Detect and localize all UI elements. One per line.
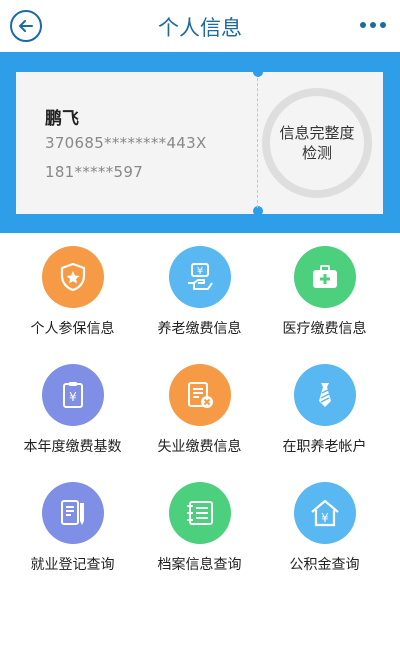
archive-list-icon xyxy=(187,501,213,525)
svg-text:¥: ¥ xyxy=(69,390,77,404)
back-button[interactable] xyxy=(10,10,42,42)
user-id-number: 370685********443X xyxy=(45,134,207,152)
grid-item-housing-fund-query[interactable]: ¥ 公积金查询 xyxy=(258,472,391,590)
page-title: 个人信息 xyxy=(158,16,242,40)
grid-item-insurance-info[interactable]: 个人参保信息 xyxy=(6,236,139,354)
grid-item-medical-payment[interactable]: 医疗缴费信息 xyxy=(258,236,391,354)
info-completeness-check-label: 信息完整度检测 xyxy=(279,124,355,162)
document-cancel-icon xyxy=(188,382,213,408)
card-notch-bottom xyxy=(253,206,263,216)
grid-item-annual-base[interactable]: ¥ 本年度缴费基数 xyxy=(6,354,139,472)
grid-item-pension-account[interactable]: 在职养老帐户 xyxy=(258,354,391,472)
tie-icon xyxy=(319,383,331,407)
shield-star-icon xyxy=(60,262,86,292)
back-arrow-icon xyxy=(19,20,33,32)
grid-item-label: 就业登记查询 xyxy=(30,557,115,573)
svg-text:¥: ¥ xyxy=(197,266,203,277)
app-header: 个人信息 xyxy=(0,0,400,52)
info-completeness-check-button[interactable]: 信息完整度检测 xyxy=(262,88,372,198)
grid-item-label: 个人参保信息 xyxy=(30,321,115,337)
grid-item-archive-query[interactable]: 档案信息查询 xyxy=(133,472,266,590)
grid-item-label: 养老缴费信息 xyxy=(157,321,242,337)
user-phone: 181*****597 xyxy=(45,163,144,181)
more-button[interactable] xyxy=(360,22,386,30)
grid-item-label: 在职养老帐户 xyxy=(282,439,367,455)
grid-item-pension-payment[interactable]: ¥ 养老缴费信息 xyxy=(133,236,266,354)
grid-item-label: 失业缴费信息 xyxy=(157,439,242,455)
grid-item-label: 本年度缴费基数 xyxy=(23,439,122,455)
grid-item-label: 档案信息查询 xyxy=(157,557,242,573)
clipboard-yuan-icon: ¥ xyxy=(63,382,83,408)
more-dots-icon xyxy=(360,22,366,28)
hand-coin-icon: ¥ xyxy=(188,263,213,290)
user-name: 鹏飞 xyxy=(45,109,79,129)
grid-item-label: 医疗缴费信息 xyxy=(282,321,367,337)
grid-item-employment-registration[interactable]: 就业登记查询 xyxy=(6,472,139,590)
grid-item-label: 公积金查询 xyxy=(289,557,360,573)
card-divider xyxy=(257,78,258,208)
svg-text:¥: ¥ xyxy=(321,511,329,525)
grid-item-unemployment-payment[interactable]: 失业缴费信息 xyxy=(133,354,266,472)
medical-kit-icon xyxy=(313,265,337,288)
card-notch-top xyxy=(253,67,263,77)
document-pen-icon xyxy=(61,500,84,525)
house-yuan-icon: ¥ xyxy=(311,499,339,527)
